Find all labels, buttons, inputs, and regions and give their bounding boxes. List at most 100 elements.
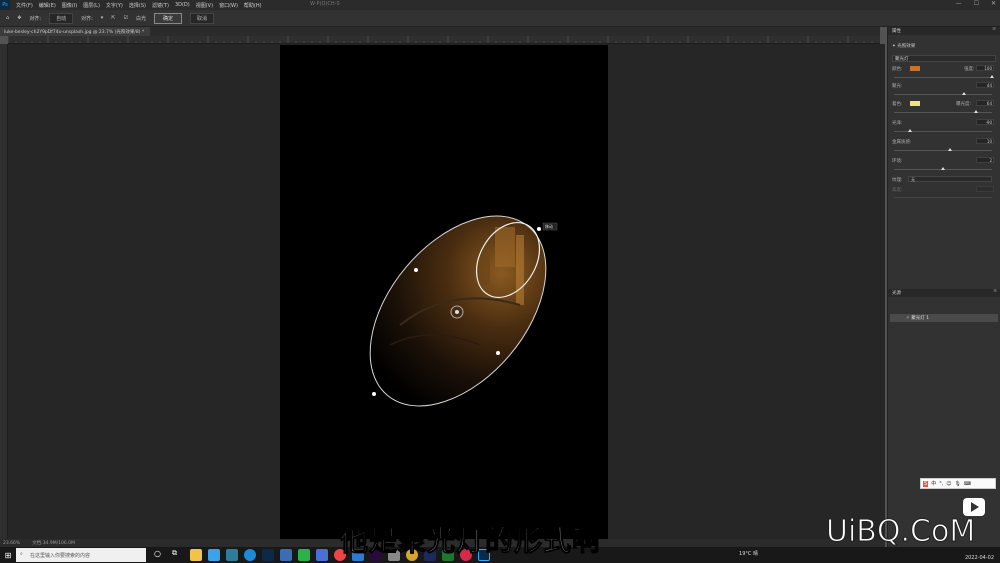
- properties-tab[interactable]: 属性 ≡: [888, 27, 1000, 35]
- gloss-slider[interactable]: [894, 129, 992, 132]
- close-button[interactable]: ✕: [991, 0, 996, 7]
- sogou-logo-icon: S: [923, 480, 929, 487]
- menu-help[interactable]: 帮助(H): [244, 2, 262, 9]
- white-light-checkbox[interactable]: ☑: [124, 15, 128, 21]
- menu-type[interactable]: 文字(Y): [106, 2, 123, 9]
- gloss-row: 光泽: -90: [892, 119, 996, 126]
- minimize-button[interactable]: —: [956, 0, 962, 7]
- section-title: ✦ 光照效果: [892, 44, 916, 49]
- menu-window[interactable]: 窗口(W): [219, 2, 238, 9]
- height-value: [976, 186, 994, 192]
- canvas-area[interactable]: 移动: [8, 44, 885, 539]
- transform-icon[interactable]: ⇱: [111, 15, 115, 21]
- metallic-slider[interactable]: [894, 148, 992, 151]
- photoshop-taskbar-icon[interactable]: [262, 549, 274, 561]
- ellipse-handle-right[interactable]: [496, 351, 500, 355]
- ime-emoji-icon[interactable]: ☺: [946, 481, 951, 487]
- gloss-label: 光泽:: [892, 121, 903, 126]
- photoshop-logo-icon[interactable]: Ps: [0, 0, 10, 10]
- align-label: 对齐:: [81, 15, 93, 22]
- menu-view[interactable]: 视图(V): [196, 2, 213, 9]
- hotspot-label: 聚光:: [892, 84, 903, 89]
- window-title: W·P(Q)CH-S: [310, 1, 340, 7]
- exposure-slider[interactable]: [894, 110, 992, 113]
- video-subtitle: 他是聚光灯的形式啊: [339, 524, 602, 558]
- ime-punct-icon[interactable]: °,: [939, 481, 943, 487]
- mail-icon[interactable]: [208, 549, 220, 561]
- menu-bar: Ps 文件(F) 编辑(E) 图像(I) 图层(L) 文字(Y) 选择(S) 滤…: [0, 0, 1000, 10]
- menu-edit[interactable]: 编辑(E): [39, 2, 56, 9]
- ime-mode[interactable]: 中: [931, 480, 936, 487]
- anchor-select[interactable]: 自动: [49, 12, 74, 24]
- menu-layer[interactable]: 图层(L): [83, 2, 100, 9]
- maximize-button[interactable]: ☐: [974, 0, 979, 7]
- move-tool-icon[interactable]: ✥: [17, 15, 21, 21]
- ellipse-handle-left[interactable]: [414, 268, 418, 272]
- taskbar-search[interactable]: ⌕ 在这里输入你要搜索的内容: [16, 548, 146, 562]
- window-controls: — ☐ ✕: [956, 0, 996, 7]
- document-tab-bar: luke-besley-ch2Y9pDf74o-unsplash.jpg @ 2…: [0, 27, 880, 36]
- confirm-button[interactable]: 确定: [154, 12, 183, 24]
- document-canvas[interactable]: 移动: [280, 45, 608, 539]
- task-view-icon[interactable]: ⧉: [172, 549, 184, 561]
- cancel-button[interactable]: 取消: [190, 12, 215, 24]
- photos-icon[interactable]: [280, 549, 292, 561]
- color-label: 颜色:: [892, 67, 903, 72]
- lights-tab[interactable]: 光源 ≡: [888, 289, 1000, 297]
- wechat-icon[interactable]: [298, 549, 310, 561]
- menu-filter[interactable]: 滤镜(T): [152, 2, 169, 9]
- lights-panel: 光源 ≡: [888, 289, 1000, 297]
- system-tray: 19°C 晴 2022-04-02: [739, 549, 994, 561]
- lightroom-icon[interactable]: [316, 549, 328, 561]
- ambience-value[interactable]: 2: [976, 157, 994, 163]
- document-tab[interactable]: luke-besley-ch2Y9pDf74o-unsplash.jpg @ 2…: [0, 27, 150, 36]
- height-label: 高度:: [892, 188, 903, 193]
- store-icon[interactable]: [226, 549, 238, 561]
- align-icon[interactable]: ▾: [101, 15, 104, 21]
- file-explorer-icon[interactable]: [190, 549, 202, 561]
- home-icon[interactable]: ⌂: [6, 15, 9, 21]
- light-color-swatch[interactable]: [910, 66, 920, 71]
- metallic-value[interactable]: 10: [976, 138, 994, 144]
- intensity-label: 强度:: [964, 67, 975, 72]
- light-type-select[interactable]: 聚光灯: [892, 55, 996, 62]
- coloring-swatch[interactable]: [910, 101, 920, 106]
- texture-select[interactable]: 无: [908, 176, 992, 182]
- ambience-slider[interactable]: [894, 167, 992, 170]
- menu-file[interactable]: 文件(F): [16, 2, 33, 9]
- ime-mic-icon[interactable]: 🎙: [955, 481, 961, 487]
- clock-date[interactable]: 2022-04-02: [965, 555, 994, 561]
- cortana-icon[interactable]: ○: [154, 549, 166, 561]
- document-size: 文档:34.9M/106.0M: [32, 541, 75, 546]
- coloring-label: 着色:: [892, 102, 903, 107]
- intensity-value[interactable]: 100: [976, 65, 994, 71]
- menu-3d[interactable]: 3D(D): [175, 2, 190, 8]
- zoom-level[interactable]: 23.66%: [3, 541, 20, 546]
- exposure-label: 曝光度:: [956, 102, 972, 107]
- options-bar: ⌂ ✥ 对齐: 自动 对齐: ▾ ⇱ ☑ 白光 确定 取消: [0, 10, 1000, 27]
- texture-label: 纹理:: [892, 178, 903, 183]
- windows-start-icon[interactable]: ⊞: [0, 547, 16, 563]
- menu-select[interactable]: 选择(S): [129, 2, 146, 9]
- gloss-value[interactable]: -90: [976, 119, 994, 125]
- light-layer-row[interactable]: ✧ 聚光灯 1: [890, 314, 998, 322]
- exposure-value[interactable]: 64: [976, 100, 994, 106]
- ellipse-handle-bottom[interactable]: [372, 392, 376, 396]
- ambience-row: 环境: 2: [892, 157, 996, 164]
- ambience-label: 环境:: [892, 159, 903, 164]
- menu-image[interactable]: 图像(I): [62, 2, 77, 9]
- ellipse-handle-top[interactable]: [537, 227, 541, 231]
- edge-icon[interactable]: [244, 549, 256, 561]
- light-tag: 移动: [545, 224, 553, 229]
- horizontal-ruler: [8, 36, 880, 44]
- intensity-slider[interactable]: [894, 75, 994, 78]
- height-slider: [894, 197, 992, 198]
- weather-text[interactable]: 19°C 晴: [739, 551, 758, 557]
- hotspot-slider[interactable]: [894, 92, 992, 95]
- height-row: 高度:: [892, 186, 996, 193]
- ime-toolbar[interactable]: S 中 °, ☺ 🎙 ⌨: [920, 478, 996, 489]
- anchor-label: 对齐:: [29, 15, 42, 22]
- hotspot-value[interactable]: 44: [976, 82, 994, 88]
- metallic-row: 金属质感: 10: [892, 138, 996, 145]
- ime-keyboard-icon[interactable]: ⌨: [964, 481, 971, 487]
